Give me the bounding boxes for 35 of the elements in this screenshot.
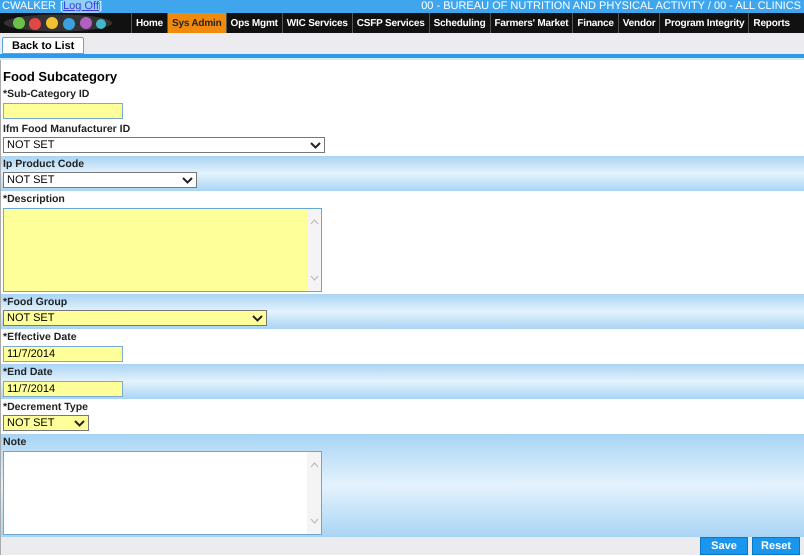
input-field[interactable]: [3, 103, 123, 119]
field-label: Ifm Food Manufacturer ID: [3, 123, 130, 136]
input-field[interactable]: 11/7/2014: [3, 346, 123, 362]
form-title: Food Subcategory: [2, 68, 118, 86]
field-label: *Description: [3, 193, 65, 206]
organization-label: 00 - BUREAU OF NUTRITION AND PHYSICAL ACTIVITY / 00 - ALL CLINICS: [421, 0, 801, 13]
dropdown[interactable]: NOT SET: [3, 310, 267, 326]
caret-icon: [182, 176, 193, 184]
field-label: *Decrement Type: [3, 401, 88, 414]
caret-icon: [310, 142, 321, 148]
dropdown[interactable]: NOT SET: [3, 172, 197, 188]
user-name: CWALKER: [2, 0, 56, 13]
text-area[interactable]: [3, 208, 322, 292]
field-label: *Sub-Category ID: [3, 88, 90, 101]
caret-icon: [74, 420, 85, 426]
scroll-down-icon: [310, 518, 318, 524]
field-label: *Effective Date: [3, 331, 77, 344]
caret-icon: [252, 314, 263, 322]
log-off-link[interactable]: Log Off: [63, 0, 99, 13]
bracket: [: [60, 0, 64, 13]
back-to-list-button[interactable]: Back to List: [2, 37, 84, 54]
text-area[interactable]: [3, 451, 322, 535]
scroll-down-icon: [310, 275, 318, 281]
field-label: Note: [3, 436, 26, 449]
field-label: *Food Group: [3, 296, 68, 309]
input-field[interactable]: 11/7/2014: [3, 381, 123, 397]
bracket: ]: [98, 0, 102, 13]
field-label: Ip Product Code: [3, 158, 84, 171]
nav-tab[interactable]: Sys Admin: [166, 13, 226, 33]
scroll-up-icon: [310, 219, 318, 225]
dropdown[interactable]: NOT SET: [3, 415, 89, 431]
logo-icon: [3, 14, 113, 32]
scroll-up-icon: [310, 462, 318, 468]
field-label: *End Date: [3, 366, 53, 379]
dropdown[interactable]: NOT SET: [3, 137, 325, 153]
